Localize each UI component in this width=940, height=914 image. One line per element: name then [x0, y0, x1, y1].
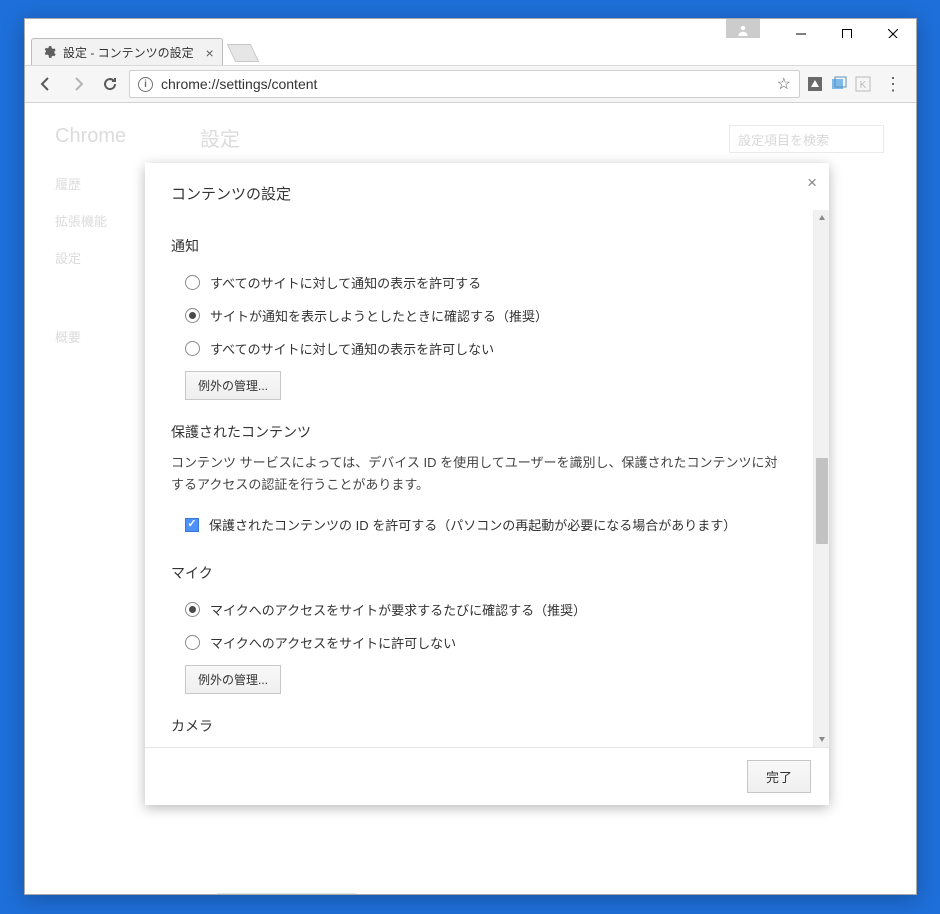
tab-close-icon[interactable]: × — [205, 46, 213, 60]
notifications-manage-exceptions-button[interactable]: 例外の管理... — [185, 371, 281, 400]
toolbar: i chrome://settings/content ☆ K ⋮ — [25, 65, 916, 103]
extension-icon-2[interactable] — [830, 75, 848, 93]
svg-text:K: K — [860, 80, 867, 91]
radio-icon — [185, 341, 200, 356]
modal-scrollbar[interactable] — [813, 210, 829, 747]
notifications-allow-radio[interactable]: すべてのサイトに対して通知の表示を許可する — [171, 266, 787, 299]
done-button[interactable]: 完了 — [747, 760, 811, 793]
camera-heading: カメラ — [171, 716, 787, 736]
radio-icon — [185, 635, 200, 650]
new-tab-button[interactable] — [227, 44, 259, 62]
protected-content-heading: 保護されたコンテンツ — [171, 422, 787, 442]
settings-search-input[interactable]: 設定項目を検索 — [729, 125, 884, 153]
microphone-manage-exceptions-button[interactable]: 例外の管理... — [185, 665, 281, 694]
url-text: chrome://settings/content — [161, 76, 317, 92]
scroll-thumb[interactable] — [816, 458, 828, 544]
gear-icon — [42, 45, 56, 59]
modal-header: コンテンツの設定 × — [145, 163, 829, 210]
back-button[interactable] — [33, 71, 59, 97]
notifications-block-radio[interactable]: すべてのサイトに対して通知の表示を許可しない — [171, 332, 787, 365]
radio-icon — [185, 308, 200, 323]
scroll-down-icon[interactable] — [814, 731, 829, 747]
browser-tab[interactable]: 設定 - コンテンツの設定 × — [31, 38, 223, 65]
modal-body: 通知 すべてのサイトに対して通知の表示を許可する サイトが通知を表示しようとした… — [145, 210, 813, 747]
notifications-ask-radio[interactable]: サイトが通知を表示しようとしたときに確認する（推奨） — [171, 299, 787, 332]
modal-close-icon[interactable]: × — [807, 173, 817, 193]
chrome-menu-button[interactable]: ⋮ — [878, 74, 908, 95]
content-settings-modal: コンテンツの設定 × 通知 すべてのサイトに対して通知の表示を許可する サイトが… — [145, 163, 829, 805]
forward-button[interactable] — [65, 71, 91, 97]
microphone-block-radio[interactable]: マイクへのアクセスをサイトに許可しない — [171, 626, 787, 659]
notifications-heading: 通知 — [171, 236, 787, 256]
protected-content-description: コンテンツ サービスによっては、デバイス ID を使用してユーザーを識別し、保護… — [171, 452, 787, 496]
modal-title: コンテンツの設定 — [171, 186, 291, 203]
microphone-heading: マイク — [171, 563, 787, 583]
protected-content-checkbox-row[interactable]: 保護されたコンテンツの ID を許可する（パソコンの再起動が必要になる場合があり… — [171, 508, 787, 541]
info-icon[interactable]: i — [138, 77, 153, 92]
chrome-window: 設定 - コンテンツの設定 × i chrome://settings/cont… — [24, 18, 917, 895]
modal-footer: 完了 — [145, 747, 829, 805]
address-bar[interactable]: i chrome://settings/content ☆ — [129, 70, 800, 98]
tab-strip: 設定 - コンテンツの設定 × — [25, 38, 916, 65]
extension-icon-3[interactable]: K — [854, 75, 872, 93]
radio-icon — [185, 602, 200, 617]
tab-title: 設定 - コンテンツの設定 — [63, 44, 194, 61]
proxy-settings-button[interactable]: プロキシ設定の変更... — [217, 893, 357, 894]
radio-icon — [185, 275, 200, 290]
scroll-up-icon[interactable] — [814, 210, 829, 226]
page-title: 設定 — [200, 123, 240, 152]
microphone-ask-radio[interactable]: マイクへのアクセスをサイトが要求するたびに確認する（推奨） — [171, 593, 787, 626]
content-area: Chrome 履歴 拡張機能 設定 概要 設定 設定項目を検索 プロキシ設定の変… — [25, 103, 916, 894]
checkbox-icon — [185, 518, 199, 532]
extension-icon-1[interactable] — [806, 75, 824, 93]
bookmark-star-icon[interactable]: ☆ — [777, 74, 791, 94]
reload-button[interactable] — [97, 71, 123, 97]
